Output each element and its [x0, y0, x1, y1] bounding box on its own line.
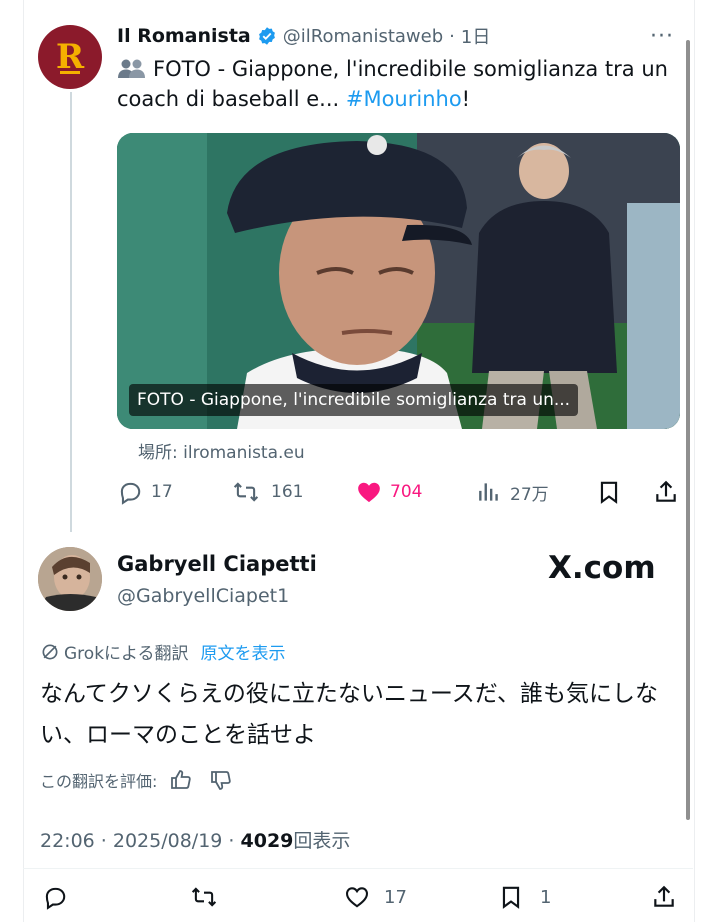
- tweet-text: FOTO - Giappone, l'incredibile somiglian…: [117, 54, 677, 114]
- heart-filled-icon: [358, 482, 380, 503]
- reply-author-name[interactable]: Gabryell Ciapetti: [117, 552, 317, 576]
- reply-reply-action[interactable]: [42, 882, 68, 912]
- reply-like-action[interactable]: 17: [344, 882, 407, 912]
- separator-dot: ·: [449, 25, 455, 47]
- repost-action[interactable]: 161: [233, 478, 303, 506]
- hashtag-link[interactable]: #Mourinho: [346, 87, 462, 111]
- tweet-text-end: !: [461, 87, 471, 111]
- reply-repost-action[interactable]: [191, 882, 217, 912]
- share-icon: [654, 885, 674, 907]
- analytics-icon: [479, 483, 498, 501]
- repost-icon: [233, 482, 259, 502]
- share-action[interactable]: [653, 478, 679, 506]
- avatar-il-romanista[interactable]: R: [38, 25, 102, 89]
- like-count: 704: [390, 482, 423, 502]
- grok-translation-label: Grokによる翻訳: [64, 644, 189, 664]
- reply-view-count: 4029: [240, 830, 294, 852]
- thumbs-up-icon[interactable]: [169, 768, 193, 792]
- preview-caption: FOTO - Giappone, l'incredibile somiglian…: [129, 384, 579, 416]
- grok-icon: [42, 644, 58, 659]
- repost-icon: [191, 887, 217, 907]
- more-options-icon[interactable]: ···: [650, 24, 674, 49]
- tweet-time[interactable]: 1日: [461, 23, 490, 49]
- reply-text: なんてクソくらえの役に立たないニュースだ、誰も気にしない、ローマのことを話せよ: [40, 681, 659, 748]
- avatar-photo: [38, 547, 102, 611]
- views-action[interactable]: 27万: [476, 478, 549, 506]
- tweet-header: Il Romanista @ilRomanistaweb · 1日: [117, 22, 490, 50]
- x-com-watermark: X.com: [548, 550, 656, 586]
- reply-share-action[interactable]: [651, 882, 677, 912]
- link-preview-image[interactable]: FOTO - Giappone, l'incredibile somiglian…: [117, 133, 680, 429]
- bookmark-icon: [600, 481, 618, 504]
- divider: [23, 868, 693, 869]
- bookmark-icon: [502, 886, 520, 909]
- like-action[interactable]: 704: [356, 478, 422, 506]
- reply-action[interactable]: 17: [117, 478, 173, 506]
- link-source[interactable]: 場所: ilromanista.eu: [138, 438, 305, 463]
- avatar-letter: R: [55, 37, 85, 77]
- avatar-gabryell[interactable]: [38, 547, 102, 611]
- view-count: 27万: [510, 484, 549, 505]
- reply-bookmark-action[interactable]: 1: [498, 882, 551, 912]
- rate-translation-label: この翻訳を評価:: [40, 772, 158, 791]
- heart-icon: [346, 887, 368, 908]
- reply-icon: [45, 887, 66, 910]
- verified-badge-icon: [258, 27, 275, 45]
- reply-timestamp[interactable]: 22:06 · 2025/08/19 ·: [40, 830, 241, 852]
- thread-line: [70, 92, 72, 532]
- author-name[interactable]: Il Romanista: [117, 25, 251, 47]
- busts-icon: [118, 59, 145, 78]
- author-handle[interactable]: @ilRomanistaweb: [283, 26, 443, 47]
- views-label: 回表示: [293, 830, 351, 852]
- reply-icon: [120, 482, 141, 505]
- reply-bookmark-count: 1: [540, 886, 552, 908]
- thumbs-down-icon[interactable]: [209, 768, 233, 792]
- avatar-underline: [60, 71, 80, 74]
- bookmark-action[interactable]: [596, 478, 622, 506]
- tweet-meta: 22:06 · 2025/08/19 · 4029回表示: [40, 826, 350, 853]
- reply-like-count: 17: [384, 886, 407, 908]
- reply-count: 17: [151, 482, 173, 502]
- reply-author-handle[interactable]: @GabryellCiapet1: [117, 585, 289, 607]
- share-icon: [656, 480, 676, 502]
- rate-translation: この翻訳を評価:: [40, 768, 233, 792]
- show-original-link[interactable]: 原文を表示: [201, 639, 286, 664]
- translation-bar: Grokによる翻訳 原文を表示: [40, 639, 286, 664]
- scrollbar[interactable]: [686, 40, 690, 820]
- repost-count: 161: [271, 482, 304, 502]
